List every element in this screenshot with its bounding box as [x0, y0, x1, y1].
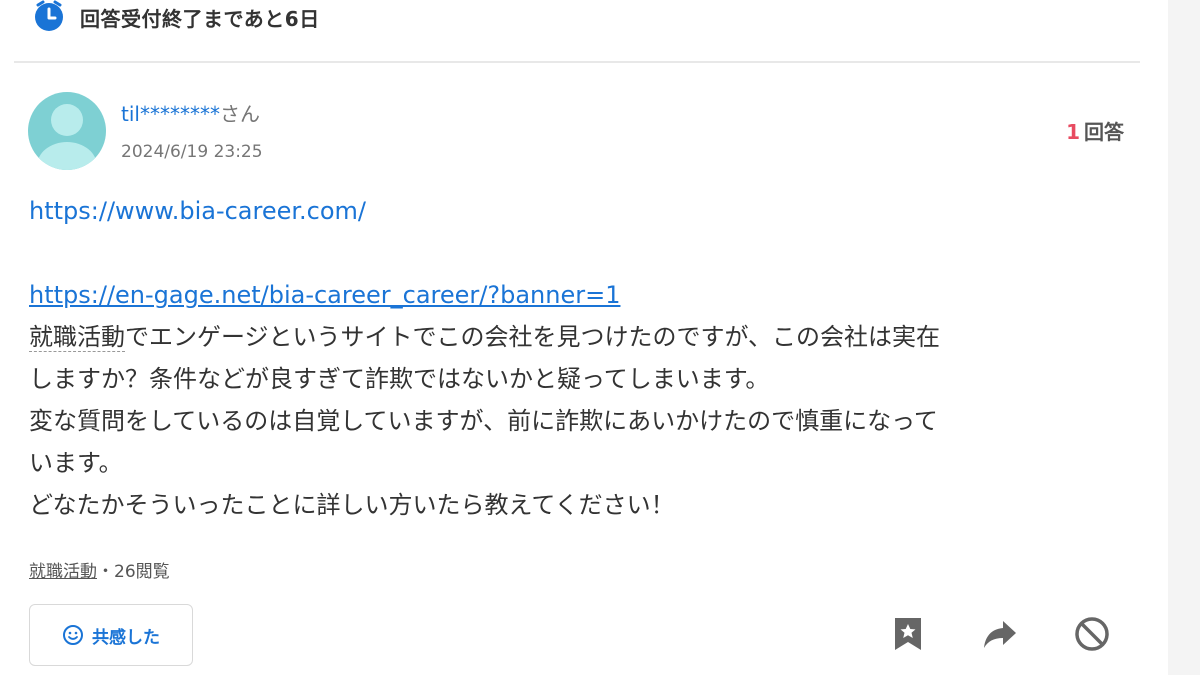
divider: [14, 61, 1140, 63]
block-icon: [1075, 617, 1109, 651]
deadline-text: 回答受付終了まであと6日: [80, 6, 320, 31]
question-meta: 就職活動・26閲覧: [29, 557, 170, 582]
bookmark-star-icon: [895, 618, 921, 650]
alarm-clock-icon: [35, 0, 63, 31]
post-timestamp: 2024/6/19 23:25: [121, 142, 263, 162]
user-suffix: さん: [219, 102, 260, 126]
question-line-1: 就職活動でエンゲージというサイトでこの会社を見つけたのですが、この会社は実在: [29, 316, 1129, 358]
keyword-term[interactable]: 就職活動: [29, 323, 125, 352]
answer-count-label: 回答: [1084, 120, 1124, 144]
bookmark-button[interactable]: [890, 616, 926, 652]
question-line-1-rest: でエンゲージというサイトでこの会社を見つけたのですが、この会社は実在: [125, 323, 941, 351]
avatar[interactable]: [28, 92, 106, 170]
question-line-2: しますか？条件などが良すぎて詐欺ではないかと疑ってしまいます。: [29, 365, 770, 393]
deadline-banner: 回答受付終了まであと6日: [32, 0, 320, 34]
question-line-3: 変な質問をしているのは自覚していますが、前に詐欺にあいかけたので慎重になって: [29, 407, 938, 435]
smile-icon: [63, 625, 83, 645]
category-link[interactable]: 就職活動: [29, 562, 97, 582]
right-gutter: [1168, 0, 1200, 675]
question-link-1[interactable]: https://www.bia-career.com/: [29, 197, 366, 225]
question-link-2[interactable]: https://en-gage.net/bia-career_career/?b…: [29, 281, 620, 309]
answer-count-number: 1: [1066, 120, 1080, 144]
view-count: ・26閲覧: [97, 562, 170, 582]
question-line-5: どなたかそういったことに詳しい方いたら教えてください！: [29, 491, 675, 519]
question-line-4: います。: [29, 449, 123, 477]
share-button[interactable]: [982, 616, 1018, 652]
user-avatar-icon: [28, 92, 106, 170]
empathy-label: 共感した: [92, 627, 160, 648]
user-name[interactable]: til********さん: [121, 98, 260, 127]
empathy-button[interactable]: 共感した: [29, 604, 193, 666]
user-id[interactable]: til********: [121, 102, 220, 126]
question-body: https://www.bia-career.com/ https://en-g…: [29, 190, 1129, 526]
answer-count[interactable]: 1 回答: [1066, 116, 1124, 145]
block-button[interactable]: [1074, 616, 1110, 652]
share-arrow-icon: [984, 621, 1016, 648]
